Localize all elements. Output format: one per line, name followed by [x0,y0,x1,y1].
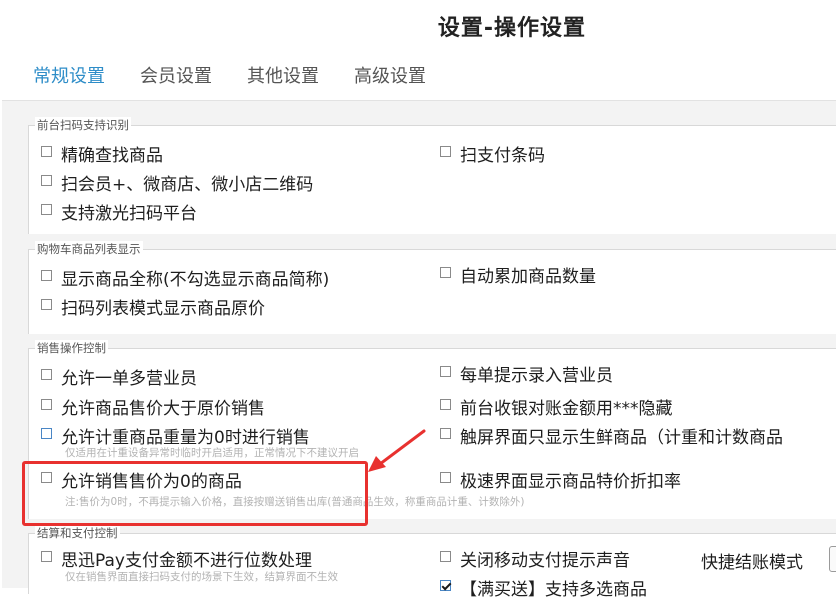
option-label: 自动累加商品数量 [460,267,596,287]
page-title: 设置-操作设置 [437,16,587,41]
checkbox-icon[interactable] [41,551,52,562]
option-label: 【满买送】支持多选商品 [460,580,647,600]
section-legend: 销售操作控制 [35,340,108,356]
checkbox-icon[interactable] [41,175,52,186]
section-legend: 前台扫码支持识别 [35,117,131,133]
option-label: 扫码列表模式显示商品原价 [61,299,265,319]
option-label: 关闭移动支付提示声音 [460,551,630,571]
option-label: 思迅Pay支付金额不进行位数处理 [61,551,312,571]
tab-advanced[interactable]: 高级设置 [354,62,426,88]
checkbox-icon[interactable] [41,299,52,310]
section-payment: 结算和支付控制 思迅Pay支付金额不进行位数处理 仅在销售界面直接扫码支付的场景… [28,525,836,600]
option-label: 精确查找商品 [61,146,163,166]
quick-checkout-text: 快捷结账模式 [701,553,803,573]
checkbox-icon[interactable] [440,366,451,377]
tab-general[interactable]: 常规设置 [33,62,105,88]
tab-member[interactable]: 会员设置 [140,62,212,88]
section-cart: 购物车商品列表显示 显示商品全称(不勾选显示商品简称) 自动累加商品数量 扫码列… [28,241,836,334]
checkbox-icon[interactable] [41,146,52,157]
option-label: 允许一单多营业员 [61,369,197,389]
checkbox-icon[interactable] [440,428,451,439]
option-label: 触屏界面只显示生鲜商品（计重和计数商品 [460,428,783,448]
checkbox-icon[interactable] [41,204,52,215]
option-label: 显示商品全称(不勾选显示商品简称) [61,270,330,290]
option-label: 允许商品售价大于原价销售 [61,399,265,419]
checkbox-icon[interactable] [440,267,451,278]
checkbox-icon[interactable] [440,146,451,157]
checkbox-icon[interactable] [41,428,52,439]
quick-checkout-dropdown[interactable] [829,546,836,572]
option-note: 仅在销售界面直接扫码支付的场景下生效，结算界面不生效 [65,571,338,583]
checkbox-icon[interactable] [41,369,52,380]
checkbox-icon[interactable] [440,399,451,410]
checkbox-icon[interactable] [440,551,451,562]
option-label: 支持激光扫码平台 [61,204,197,224]
option-note: 仅适用在计重设备异常时临时开启适用，正常情况下不建议开启 [65,447,359,459]
option-label: 每单提示录入营业员 [460,366,613,386]
section-scan: 前台扫码支持识别 精确查找商品 扫支付条码 扫会员+、微商店、微小店二维码 支持… [28,117,836,234]
checkbox-icon[interactable] [440,472,451,483]
option-label: 前台收银对账金额用***隐藏 [460,399,673,419]
checkbox-icon[interactable] [440,580,451,591]
tab-other[interactable]: 其他设置 [247,62,319,88]
section-legend: 购物车商品列表显示 [35,241,143,257]
option-label: 扫会员+、微商店、微小店二维码 [61,175,314,195]
option-label: 扫支付条码 [460,146,545,166]
checkbox-icon[interactable] [41,270,52,281]
option-label: 极速界面显示商品特价折扣率 [460,472,681,492]
red-arrow-icon [368,429,426,472]
checkbox-icon[interactable] [41,399,52,410]
section-legend: 结算和支付控制 [35,525,120,541]
highlight-box [22,461,368,526]
